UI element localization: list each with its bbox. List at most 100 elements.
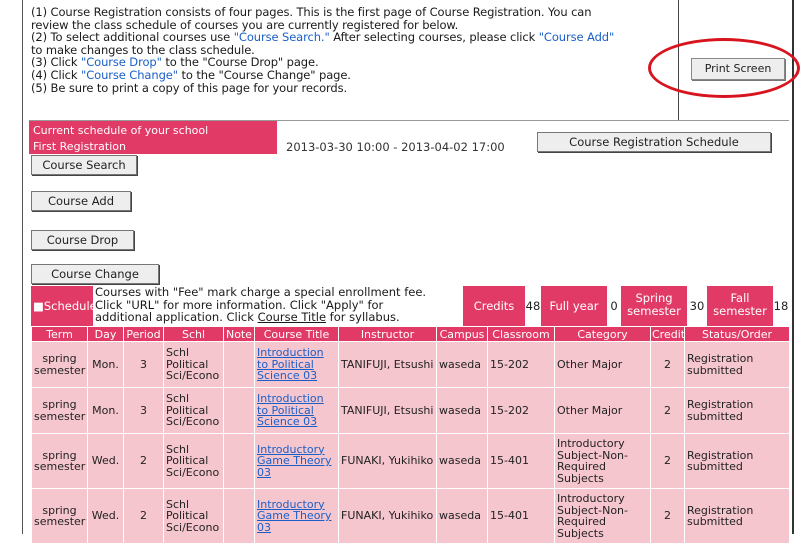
fee-note-line3-suffix: for syllabus. [326,310,400,324]
cell-term: spring semester [31,433,88,489]
course-title-link[interactable]: Introductory Game Theory 03 [257,498,331,534]
schedule-label: ■Schedule [31,286,97,326]
cell-day: Wed. [87,488,124,544]
cell-schl: Schl Political Sci/Econo [163,341,224,388]
course-title-link[interactable]: Introductory Game Theory 03 [257,443,331,479]
cell-category: Other Major [554,387,651,434]
registration-dates: 2013-03-30 10:00 - 2013-04-02 17:00 [286,140,505,154]
cell-period: 3 [123,341,164,388]
cell-title: Introduction to Political Science 03 [254,341,339,388]
column-header: Classroom [487,326,555,342]
fee-note: Courses with "Fee" mark charge a special… [95,286,485,324]
cell-status: Registration submitted [684,433,790,489]
cell-note [223,488,255,544]
cell-credit: 2 [650,341,685,388]
cell-instructor: FUNAKI, Yukihiko [338,488,437,544]
cell-schl: Schl Political Sci/Econo [163,488,224,544]
course-registration-schedule-button[interactable]: Course Registration Schedule [537,132,771,152]
credits-value: 48 [525,299,541,313]
cell-schl: Schl Political Sci/Econo [163,387,224,434]
cell-classroom: 15-401 [487,433,555,489]
cell-classroom: 15-401 [487,488,555,544]
column-header: Course Title [254,326,339,342]
column-header: Category [554,326,651,342]
cell-instructor: TANIFUJI, Etsushi [338,387,437,434]
course-change-button[interactable]: Course Change [31,264,159,284]
cell-category: Other Major [554,341,651,388]
cell-title: Introductory Game Theory 03 [254,488,339,544]
cell-category: Introductory Subject-Non-Required Subjec… [554,488,651,544]
schedule-info-row: ■Schedule Courses with "Fee" mark charge… [31,286,789,326]
spring-value: 30 [689,299,705,313]
cell-campus: waseda [436,433,488,489]
table-row: spring semester Mon. 3 Schl Political Sci/E… [31,387,790,434]
column-header: Campus [436,326,488,342]
cell-campus: waseda [436,387,488,434]
cell-status: Registration submitted [684,387,790,434]
fee-note-line3: additional application. Click Course Tit… [95,311,485,324]
instruction-text: After selecting courses, please click [329,30,539,45]
highlight-oval [648,38,800,98]
cell-classroom: 15-202 [487,387,555,434]
cell-period: 2 [123,433,164,489]
cell-title: Introduction to Political Science 03 [254,387,339,434]
column-header: Period [123,326,164,342]
course-schedule-table: Term Day Period Schl Note Course Title Instruc… [31,326,790,544]
cell-category: Introductory Subject-Non-Required Subjec… [554,433,651,489]
cell-note [223,341,255,388]
schedule-label-box: Current schedule of your school First Re… [29,121,277,154]
course-search-button[interactable]: Course Search [31,155,137,175]
course-title-link[interactable]: Introduction to Political Science 03 [257,392,324,428]
fullyear-value: 0 [610,299,618,313]
column-header: Schl [163,326,224,342]
credits-label: Credits [463,286,525,326]
cell-instructor: FUNAKI, Yukihiko [338,433,437,489]
cell-note [223,433,255,489]
table-row: spring semester Mon. 3 Schl Political Sci/E… [31,341,790,388]
schedule-label-line2: First Registration [33,140,126,153]
spring-label: Spring semester [621,286,687,326]
instructions: (1) Course Registration consists of four… [31,6,671,94]
cell-title: Introductory Game Theory 03 [254,433,339,489]
cell-classroom: 15-202 [487,341,555,388]
course-title-link[interactable]: Course Title [258,310,326,324]
fee-note-line3-prefix: additional application. Click [95,310,258,324]
cell-schl: Schl Political Sci/Econo [163,433,224,489]
cell-credit: 2 [650,433,685,489]
column-header: Note [223,326,255,342]
table-row: spring semester Wed. 2 Schl Political Sci/E… [31,488,790,544]
column-header: Day [87,326,124,342]
fee-note-line1: Courses with "Fee" mark charge a special… [95,285,427,299]
cell-term: spring semester [31,488,88,544]
cell-credit: 2 [650,488,685,544]
instruction-text: (5) Be sure to print a copy of this page… [31,80,348,95]
course-add-button[interactable]: Course Add [31,191,131,211]
fall-value: 18 [773,299,789,313]
fullyear-label: Full year [541,286,607,326]
schedule-label-line1: Current schedule of your school [33,124,209,137]
table-row: spring semester Wed. 2 Schl Political Sci/E… [31,433,790,489]
column-header: Status/Order [684,326,790,342]
cell-period: 3 [123,387,164,434]
cell-day: Mon. [87,387,124,434]
course-drop-button[interactable]: Course Drop [31,230,134,250]
fall-label: Fall semester [707,286,773,326]
column-header: Credit [650,326,685,342]
instruction-line: (5) Be sure to print a copy of this page… [31,80,671,95]
cell-campus: waseda [436,488,488,544]
cell-term: spring semester [31,387,88,434]
table-header-row: Term Day Period Schl Note Course Title Instruc… [31,326,790,342]
cell-campus: waseda [436,341,488,388]
cell-status: Registration submitted [684,341,790,388]
column-header: Instructor [338,326,437,342]
cell-instructor: TANIFUJI, Etsushi [338,341,437,388]
cell-credit: 2 [650,387,685,434]
cell-day: Wed. [87,433,124,489]
column-header: Term [31,326,88,342]
instruction-link[interactable]: "Course Add" [539,30,615,44]
cell-day: Mon. [87,341,124,388]
cell-note [223,387,255,434]
cell-period: 2 [123,488,164,544]
cell-term: spring semester [31,341,88,388]
course-title-link[interactable]: Introduction to Political Science 03 [257,346,324,382]
